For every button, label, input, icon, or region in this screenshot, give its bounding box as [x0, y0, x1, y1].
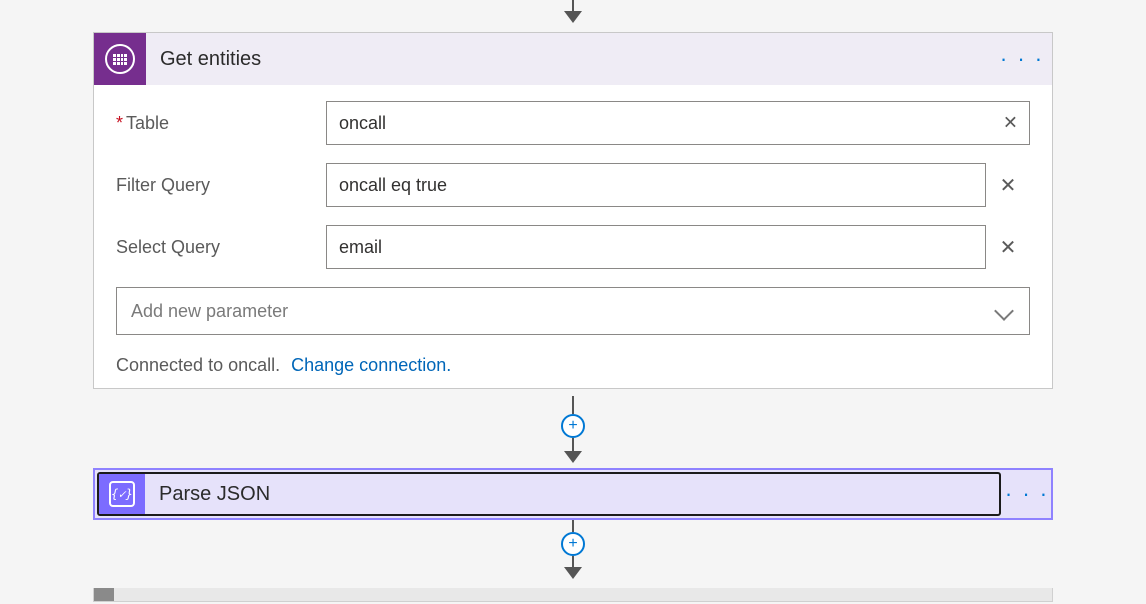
clear-icon[interactable]: ✕ — [999, 109, 1022, 138]
card-header[interactable]: {✓} Parse JSON — [97, 472, 1001, 516]
add-parameter-dropdown[interactable]: Add new parameter — [116, 287, 1030, 335]
field-row-table: * Table ✕ — [116, 101, 1030, 145]
field-row-filter: Filter Query ✕ — [116, 163, 1030, 207]
parse-json-icon: {✓} — [99, 474, 145, 514]
field-row-select: Select Query ✕ — [116, 225, 1030, 269]
add-parameter-placeholder: Add new parameter — [131, 301, 288, 322]
field-label: Filter Query — [116, 175, 326, 196]
card-menu-button[interactable]: · · · — [1003, 470, 1051, 518]
add-step-button-mid[interactable]: + — [561, 414, 585, 438]
card-title: Get entities — [146, 48, 992, 71]
field-label: * Table — [116, 113, 326, 134]
drag-handle-icon[interactable] — [94, 588, 114, 601]
arrow-down-icon — [564, 567, 582, 579]
action-card-get-entities: Get entities · · · * Table ✕ Filter Quer… — [93, 32, 1053, 389]
plus-icon: + — [568, 418, 577, 434]
required-asterisk: * — [116, 114, 123, 132]
arrow-down-icon — [564, 451, 582, 463]
select-query-input[interactable] — [326, 225, 986, 269]
connection-status: Connected to oncall. Change connection. — [116, 355, 1030, 376]
action-card-parse-json: {✓} Parse JSON · · · — [93, 468, 1053, 520]
connector-mid: + — [561, 396, 585, 463]
card-title: Parse JSON — [145, 483, 270, 506]
filter-query-input[interactable] — [326, 163, 986, 207]
arrow-down-icon — [564, 11, 582, 23]
connector-top: + — [561, 0, 585, 23]
plus-icon: + — [568, 536, 577, 552]
storage-table-icon — [94, 33, 146, 85]
card-menu-button[interactable]: · · · — [992, 46, 1052, 72]
card-header[interactable]: Get entities · · · — [94, 33, 1052, 85]
connector-bottom: + — [561, 520, 585, 579]
table-input[interactable] — [326, 101, 1030, 145]
change-connection-link[interactable]: Change connection. — [291, 355, 451, 375]
chevron-down-icon — [994, 301, 1014, 321]
flow-canvas: + Get entities · · · * Table ✕ — [0, 0, 1146, 604]
collapsed-step-stub[interactable] — [93, 588, 1053, 602]
clear-icon[interactable]: ✕ — [986, 234, 1030, 261]
clear-icon[interactable]: ✕ — [986, 172, 1030, 199]
card-body: * Table ✕ Filter Query ✕ Sel — [94, 85, 1052, 388]
field-label: Select Query — [116, 237, 326, 258]
add-step-button-bottom[interactable]: + — [561, 532, 585, 556]
